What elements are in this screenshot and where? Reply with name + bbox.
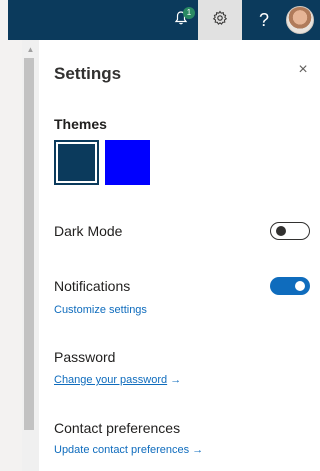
themes-heading: Themes [54,116,107,132]
notifications-button[interactable]: 1 [159,0,203,40]
top-bar: 1 ? [8,0,320,40]
account-button[interactable] [280,0,320,40]
swatch-color [105,140,150,185]
customize-settings-link[interactable]: Customize settings [54,304,147,316]
change-password-link[interactable]: Change your password → [54,374,181,386]
dark-mode-label: Dark Mode [54,223,123,239]
swatch-color [58,144,95,181]
scrollbar[interactable]: ▲ [22,40,39,471]
update-contact-preferences-link[interactable]: Update contact preferences → [54,444,203,456]
change-password-text: Change your password [54,374,168,386]
notifications-toggle[interactable] [270,277,310,295]
scrollbar-thumb[interactable] [24,58,34,430]
password-heading: Password [54,349,116,365]
notification-badge: 1 [183,7,195,19]
toggle-knob [276,226,286,236]
close-icon: × [298,61,308,78]
dark-mode-toggle[interactable] [270,222,310,240]
notifications-label: Notifications [54,278,131,294]
update-contact-text: Update contact preferences [54,444,190,456]
scroll-up-icon[interactable]: ▲ [22,44,39,56]
help-icon: ? [258,9,269,30]
panel-title: Settings [54,64,122,83]
contact-preferences-heading: Contact preferences [54,420,181,436]
arrow-right-icon: → [192,444,204,456]
settings-button[interactable] [198,0,242,40]
avatar [286,6,314,34]
settings-panel: Settings × Themes Dark Mode Notification… [39,40,320,471]
close-button[interactable]: × [293,60,313,80]
gear-icon [212,10,228,31]
theme-swatch-dark-blue[interactable] [54,140,99,185]
theme-swatch-blue[interactable] [105,140,150,185]
arrow-right-icon: → [170,374,182,386]
toggle-knob [295,281,305,291]
